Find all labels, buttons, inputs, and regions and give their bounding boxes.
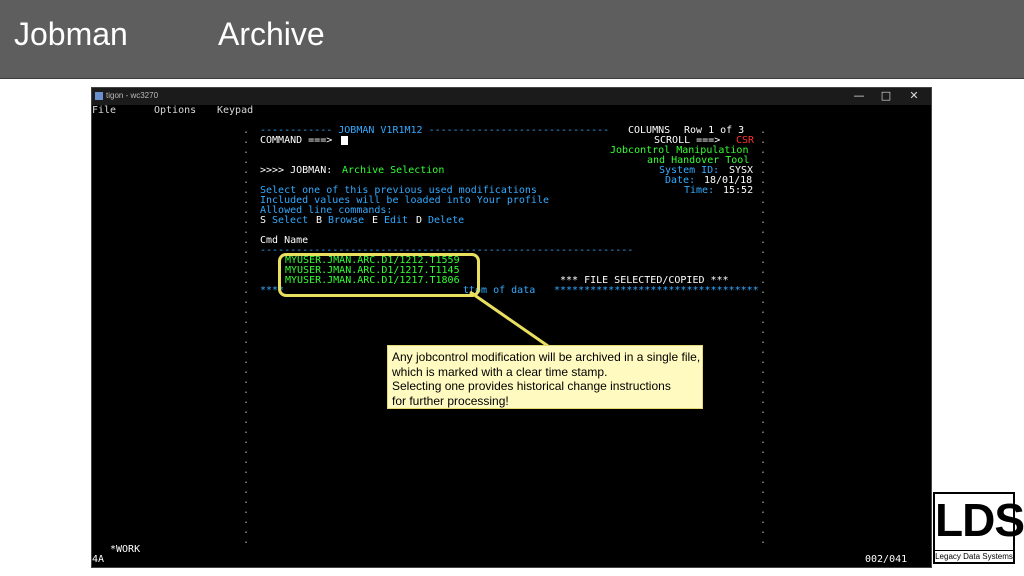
callout-line-3: Selecting one provides historical change… — [392, 379, 671, 394]
lds-logo: LDS Legacy Data Systems — [933, 492, 1024, 564]
logo-subtitle: Legacy Data Systems — [935, 550, 1013, 561]
callout-line-1: Any jobcontrol modification will be arch… — [392, 350, 701, 364]
callout-connector — [469, 290, 549, 348]
callout-line-2: which is marked with a clear time stamp. — [392, 364, 608, 379]
callout-line-4: for further processing! — [392, 393, 509, 408]
callout-note: Any jobcontrol modification will be arch… — [387, 345, 703, 409]
logo-text: LDS — [935, 494, 1024, 546]
